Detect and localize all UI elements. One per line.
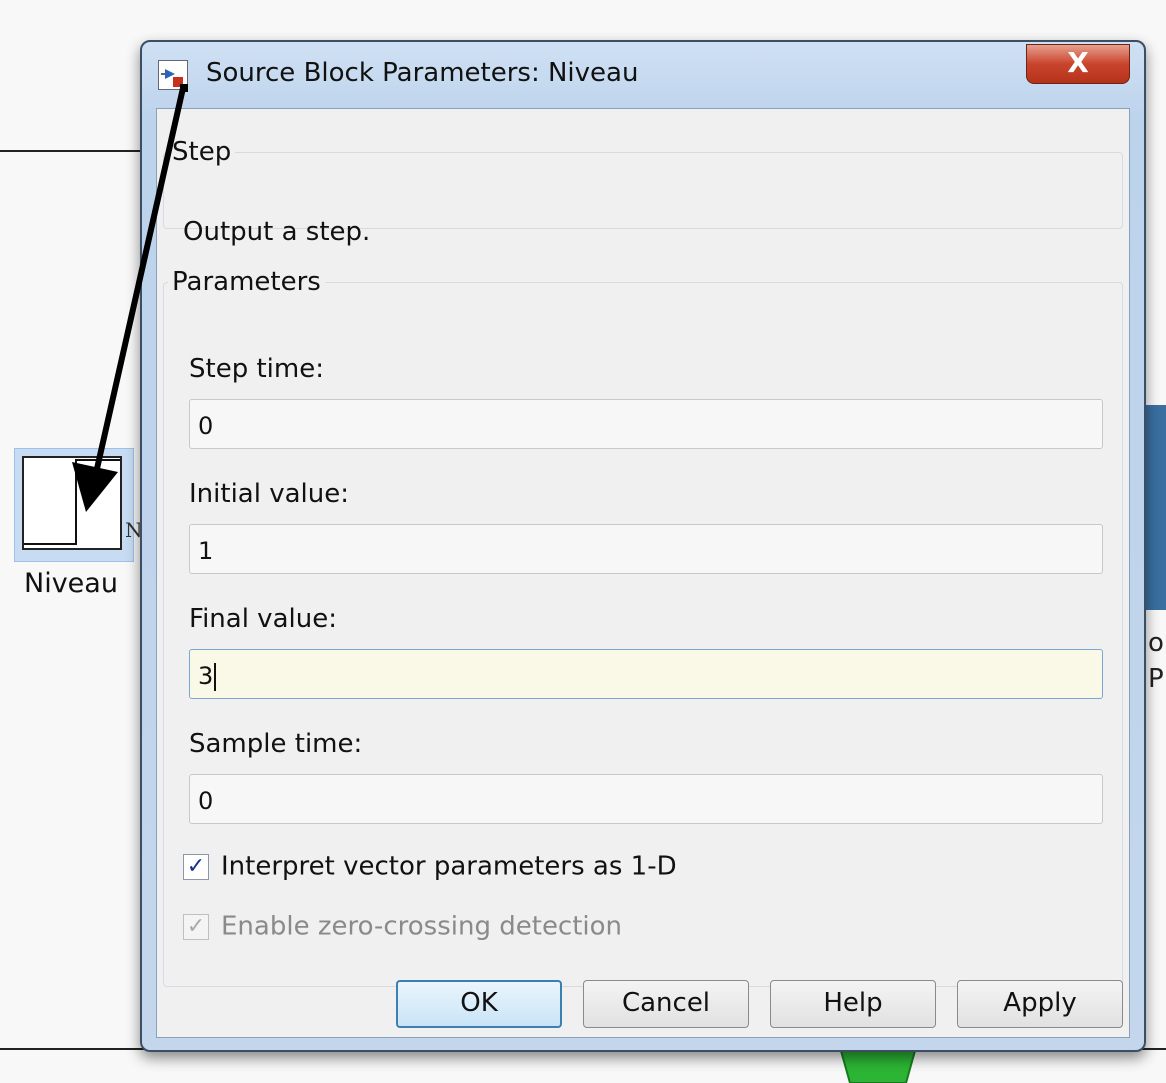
step-icon <box>24 459 120 545</box>
final-value-field[interactable]: 3 <box>189 649 1103 699</box>
zero-crossing-checkbox: ✓ <box>183 913 209 940</box>
final-value-label: Final value: <box>189 604 337 634</box>
step-group-legend: Step <box>172 137 232 167</box>
block-name-label[interactable]: Niveau <box>24 568 118 599</box>
cancel-button[interactable]: Cancel <box>583 980 749 1028</box>
title-bar[interactable]: Source Block Parameters: Niveau X <box>142 42 1144 106</box>
close-button[interactable]: X <box>1026 44 1130 84</box>
interpret-vector-checkbox[interactable]: ✓ <box>183 853 209 880</box>
zero-crossing-label: Enable zero-crossing detection <box>221 911 623 942</box>
step-time-label: Step time: <box>189 354 324 384</box>
block-parameters-dialog: Source Block Parameters: Niveau X Step O… <box>140 40 1146 1052</box>
initial-value-field[interactable]: 1 <box>189 524 1103 574</box>
step-block[interactable] <box>22 456 122 550</box>
interpret-vector-label: Interpret vector parameters as 1-D <box>221 851 677 882</box>
close-icon: X <box>1067 46 1089 79</box>
apply-button[interactable]: Apply <box>957 980 1123 1028</box>
partial-block-text: on P <box>1148 628 1166 694</box>
dialog-body: Step Output a step. Parameters Step time… <box>156 108 1130 1038</box>
sample-time-field[interactable]: 0 <box>189 774 1103 824</box>
simulink-block-icon <box>158 60 188 90</box>
initial-value-label: Initial value: <box>189 479 349 509</box>
parameters-group-legend: Parameters <box>172 267 321 297</box>
zero-crossing-checkbox-row: ✓ Enable zero-crossing detection <box>183 911 622 942</box>
text-caret <box>214 663 217 691</box>
step-group: Step <box>163 137 1123 229</box>
signal-line <box>0 150 140 152</box>
block-description: Output a step. <box>183 217 371 247</box>
ok-button[interactable]: OK <box>396 980 562 1028</box>
sample-time-label: Sample time: <box>189 729 363 759</box>
help-button[interactable]: Help <box>770 980 936 1028</box>
dialog-title: Source Block Parameters: Niveau <box>206 58 639 88</box>
step-time-field[interactable]: 0 <box>189 399 1103 449</box>
interpret-vector-checkbox-row[interactable]: ✓ Interpret vector parameters as 1-D <box>183 851 677 882</box>
